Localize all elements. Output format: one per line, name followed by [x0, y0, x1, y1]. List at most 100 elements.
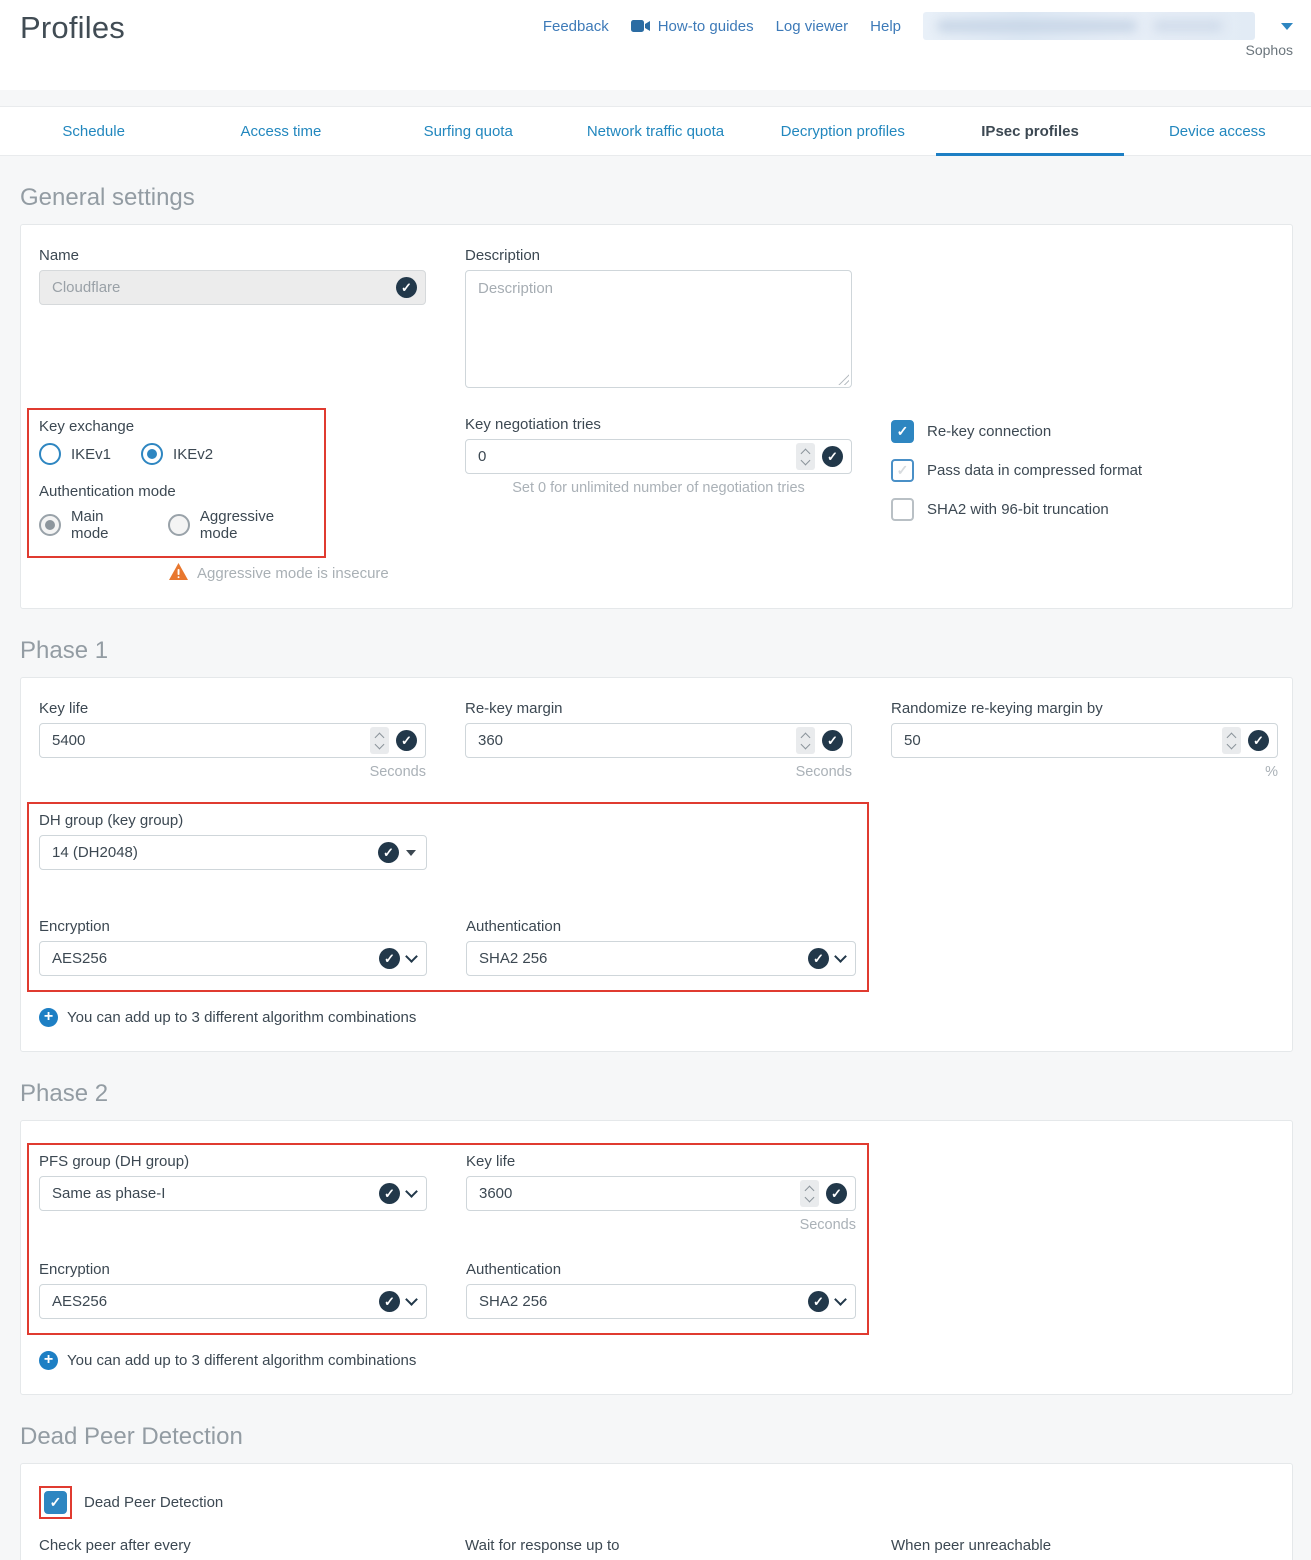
p1-key-life-unit: Seconds [39, 764, 426, 780]
phase2-card: PFS group (DH group) Same as phase-I Key… [20, 1120, 1293, 1395]
rekey-connection-label: Re-key connection [927, 423, 1051, 440]
p1-encryption-value: AES256 [52, 950, 373, 967]
sha2-truncation-checkbox[interactable] [891, 498, 914, 521]
number-stepper[interactable] [800, 1180, 819, 1207]
add-combination-icon[interactable] [39, 1351, 58, 1370]
add-combination-icon[interactable] [39, 1008, 58, 1027]
radio-ikev2-label: IKEv2 [173, 446, 213, 463]
compressed-format-checkbox[interactable] [891, 459, 914, 482]
radio-aggressive-mode[interactable]: Aggressive mode [168, 508, 314, 542]
name-field: Cloudflare [39, 270, 426, 305]
chevron-down-icon[interactable] [405, 1185, 418, 1198]
dpd-heading: Dead Peer Detection [20, 1423, 1293, 1451]
p1-encryption-select[interactable]: AES256 [39, 941, 427, 976]
compressed-format-label: Pass data in compressed format [927, 462, 1142, 479]
feedback-link[interactable]: Feedback [543, 18, 609, 35]
p1-randomize-field[interactable]: 50 [891, 723, 1278, 758]
tab-ipsec-profiles[interactable]: IPsec profiles [936, 107, 1123, 155]
dropdown-caret-icon[interactable] [406, 850, 416, 856]
radio-ikev2[interactable]: IKEv2 [141, 443, 213, 465]
dh-group-label: DH group (key group) [39, 812, 427, 829]
rekey-connection-checkbox[interactable] [891, 420, 914, 443]
dpd-card: Dead Peer Detection Check peer after eve… [20, 1463, 1293, 1560]
valid-check-icon [826, 1183, 847, 1204]
p2-key-life-unit: Seconds [466, 1217, 856, 1233]
key-negotiation-field[interactable]: 0 [465, 439, 852, 474]
number-stepper[interactable] [370, 727, 389, 754]
p1-key-life-value: 5400 [52, 732, 364, 749]
chevron-down-icon[interactable] [405, 1293, 418, 1306]
page-header: Profiles Feedback How-to guides Log view… [0, 0, 1311, 90]
p1-authentication-label: Authentication [466, 918, 856, 935]
tab-device-access[interactable]: Device access [1124, 107, 1311, 155]
tab-surfing-quota[interactable]: Surfing quota [375, 107, 562, 155]
radio-main-mode[interactable]: Main mode [39, 508, 144, 542]
p1-key-life-field[interactable]: 5400 [39, 723, 426, 758]
phase2-heading: Phase 2 [20, 1080, 1293, 1108]
dpd-checkbox-highlight-box [39, 1486, 72, 1519]
account-dropdown[interactable] [923, 12, 1255, 40]
dpd-checkbox[interactable] [44, 1491, 67, 1514]
compressed-format-checkbox-row[interactable]: Pass data in compressed format [891, 459, 1278, 482]
valid-check-icon [396, 730, 417, 751]
p2-encryption-select[interactable]: AES256 [39, 1284, 427, 1319]
p2-key-life-label: Key life [466, 1153, 856, 1170]
phase1-heading: Phase 1 [20, 637, 1293, 665]
sha2-truncation-label: SHA2 with 96-bit truncation [927, 501, 1109, 518]
pfs-group-label: PFS group (DH group) [39, 1153, 427, 1170]
sha2-truncation-checkbox-row[interactable]: SHA2 with 96-bit truncation [891, 498, 1278, 521]
account-caret-down-icon[interactable] [1281, 23, 1293, 30]
dh-group-select[interactable]: 14 (DH2048) [39, 835, 427, 870]
valid-check-icon [396, 277, 417, 298]
general-settings-heading: General settings [20, 184, 1293, 212]
radio-ikev1[interactable]: IKEv1 [39, 443, 111, 465]
p1-randomize-value: 50 [904, 732, 1216, 749]
pfs-group-value: Same as phase-I [52, 1185, 373, 1202]
tab-network-traffic-quota[interactable]: Network traffic quota [562, 107, 749, 155]
p2-encryption-label: Encryption [39, 1261, 427, 1278]
p1-authentication-value: SHA2 256 [479, 950, 802, 967]
tab-access-time[interactable]: Access time [187, 107, 374, 155]
p1-rekey-margin-field[interactable]: 360 [465, 723, 852, 758]
chevron-down-icon[interactable] [834, 1293, 847, 1306]
description-textarea[interactable]: Description [465, 270, 852, 388]
resize-handle[interactable] [838, 374, 849, 385]
valid-check-icon [822, 730, 843, 751]
tab-decryption-profiles[interactable]: Decryption profiles [749, 107, 936, 155]
p2-encryption-value: AES256 [52, 1293, 373, 1310]
dh-group-value: 14 (DH2048) [52, 844, 372, 861]
p2-key-life-field[interactable]: 3600 [466, 1176, 856, 1211]
name-value: Cloudflare [52, 279, 390, 296]
p1-authentication-select[interactable]: SHA2 256 [466, 941, 856, 976]
radio-ikev1-label: IKEv1 [71, 446, 111, 463]
key-negotiation-value: 0 [478, 448, 790, 465]
valid-check-icon [379, 948, 400, 969]
log-viewer-link[interactable]: Log viewer [776, 18, 849, 35]
radio-ikev2-control[interactable] [141, 443, 163, 465]
radio-ikev1-control[interactable] [39, 443, 61, 465]
p1-add-hint: You can add up to 3 different algorithm … [67, 1009, 416, 1026]
p1-randomize-unit: % [891, 764, 1278, 780]
radio-aggressive-mode-control[interactable] [168, 514, 190, 536]
p2-authentication-select[interactable]: SHA2 256 [466, 1284, 856, 1319]
radio-main-mode-control[interactable] [39, 514, 61, 536]
number-stepper[interactable] [796, 727, 815, 754]
chevron-down-icon[interactable] [834, 950, 847, 963]
peer-unreachable-label: When peer unreachable [891, 1537, 1278, 1554]
rekey-connection-checkbox-row[interactable]: Re-key connection [891, 420, 1278, 443]
help-link[interactable]: Help [870, 18, 901, 35]
blurred-account-text [937, 20, 1137, 32]
tab-schedule[interactable]: Schedule [0, 107, 187, 155]
number-stepper[interactable] [1222, 727, 1241, 754]
dpd-checkbox-label: Dead Peer Detection [84, 1494, 223, 1511]
chevron-down-icon[interactable] [405, 950, 418, 963]
number-stepper[interactable] [796, 443, 815, 470]
valid-check-icon [822, 446, 843, 467]
valid-check-icon [379, 1183, 400, 1204]
howto-guides-link[interactable]: How-to guides [658, 18, 754, 35]
video-camera-icon [631, 19, 651, 33]
valid-check-icon [808, 1291, 829, 1312]
key-negotiation-label: Key negotiation tries [465, 416, 852, 433]
pfs-group-select[interactable]: Same as phase-I [39, 1176, 427, 1211]
check-peer-label: Check peer after every [39, 1537, 426, 1554]
